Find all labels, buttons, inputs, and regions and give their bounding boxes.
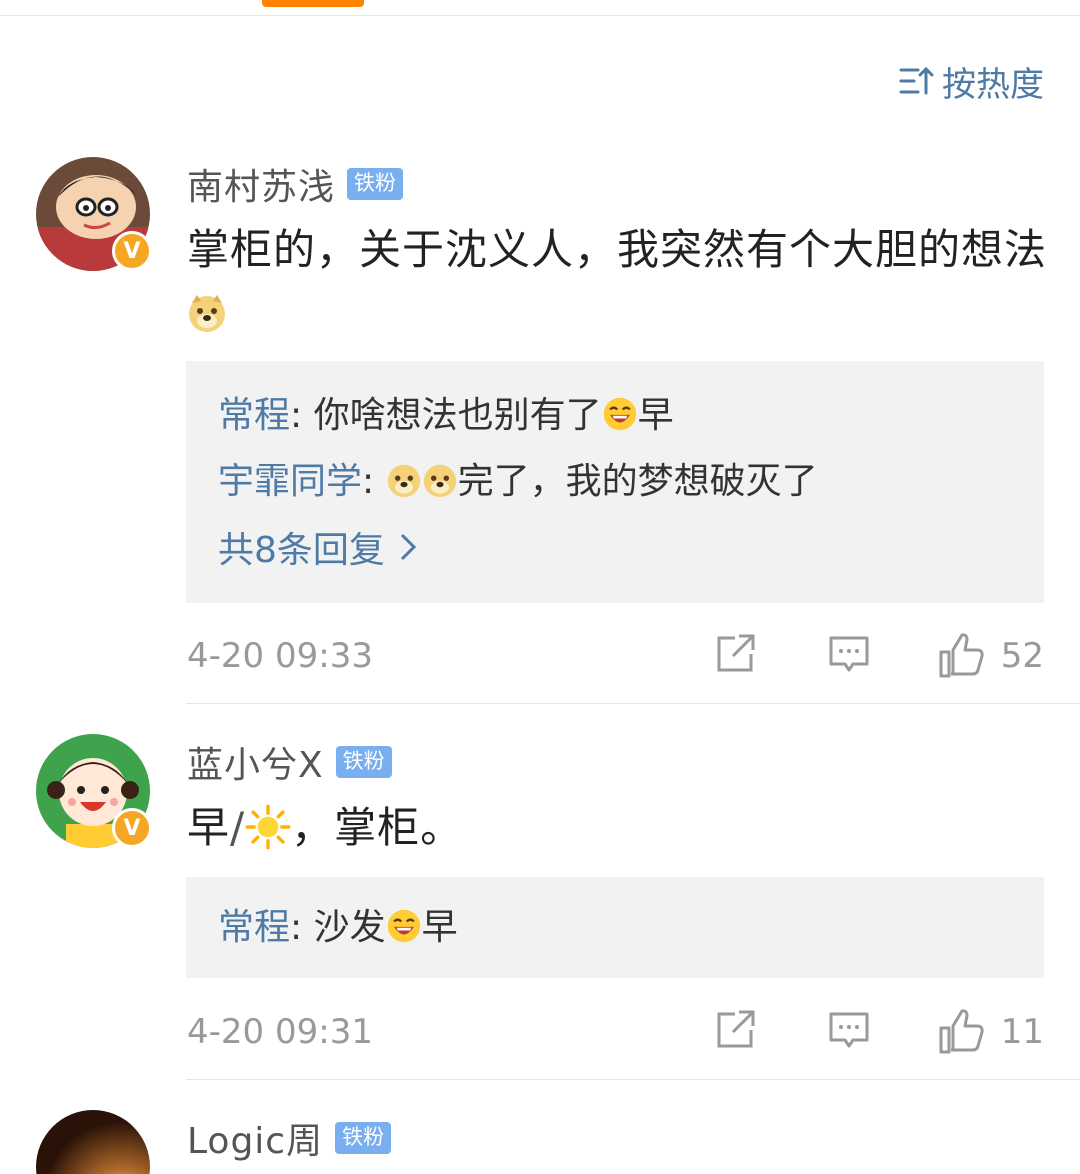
username[interactable]: 蓝小兮X	[187, 736, 324, 788]
share-icon[interactable]	[713, 1008, 757, 1052]
reply-item[interactable]: 常程: 沙发早	[218, 901, 1012, 955]
avatar[interactable]: V	[36, 734, 152, 848]
like-count: 52	[1000, 636, 1044, 676]
reply-username[interactable]: 常程	[218, 395, 290, 436]
comment-divider	[186, 703, 1080, 704]
like-button[interactable]: 52	[937, 632, 1044, 680]
reply-item[interactable]: 常程: 你啥想法也别有了早	[218, 389, 1012, 443]
thumbs-up-icon	[939, 1009, 984, 1054]
laugh-emoji-icon	[387, 909, 420, 943]
comment-icon[interactable]	[827, 1008, 871, 1052]
thumbs-up-icon	[939, 633, 984, 678]
comment-text: 掌柜的，关于沈义人，我突然有个大胆的想法	[187, 218, 1047, 344]
sort-label: 按热度	[942, 64, 1044, 105]
comment-text: 早/，掌柜。	[187, 803, 464, 852]
chevron-right-icon	[400, 533, 417, 561]
comment-meta: 4-20 09:31 11	[187, 1008, 1044, 1058]
share-icon[interactable]	[713, 632, 757, 676]
fan-badge: 铁粉	[335, 1122, 392, 1154]
sort-by-hot-button[interactable]: 按热度	[898, 58, 1044, 105]
comment-icon[interactable]	[827, 632, 871, 676]
reply-box[interactable]: 常程: 你啥想法也别有了早 宇霏同学: 完了，我的梦想破灭了 共8条回复	[186, 361, 1044, 603]
doge-emoji-icon	[387, 464, 420, 498]
reply-item[interactable]: 宇霏同学: 完了，我的梦想破灭了	[218, 455, 1012, 509]
verified-badge-icon: V	[112, 808, 152, 848]
comment-meta: 4-20 09:33 52	[187, 632, 1044, 682]
timestamp: 4-20 09:31	[187, 1012, 373, 1052]
avatar[interactable]: V	[36, 157, 152, 271]
like-count: 11	[1000, 1012, 1044, 1052]
view-all-replies-link[interactable]: 共8条回复	[218, 521, 1012, 573]
laugh-emoji-icon	[603, 397, 636, 431]
comment-page: 按热度 V 南村苏浅 铁粉 掌柜的，关于沈义人，我突然有个大胆的想法 常程: 你…	[0, 0, 1080, 1174]
sort-icon	[899, 66, 934, 95]
timestamp: 4-20 09:33	[187, 636, 373, 676]
username[interactable]: 南村苏浅	[187, 158, 335, 210]
active-tab-indicator	[262, 0, 364, 7]
top-divider	[0, 15, 1080, 16]
fan-badge: 铁粉	[335, 746, 392, 778]
fan-badge: 铁粉	[347, 168, 404, 200]
avatar[interactable]	[36, 1110, 150, 1174]
comment-divider	[186, 1079, 1080, 1080]
reply-box[interactable]: 常程: 沙发早	[186, 877, 1044, 978]
reply-username[interactable]: 常程	[218, 907, 290, 948]
verified-badge-icon: V	[112, 231, 152, 271]
reply-username[interactable]: 宇霏同学	[218, 461, 362, 502]
username[interactable]: Logic周	[187, 1112, 323, 1164]
doge-emoji-icon	[423, 464, 456, 498]
sun-emoji-icon	[245, 804, 291, 850]
like-button[interactable]: 11	[937, 1008, 1044, 1056]
doge-emoji-icon	[189, 295, 225, 332]
